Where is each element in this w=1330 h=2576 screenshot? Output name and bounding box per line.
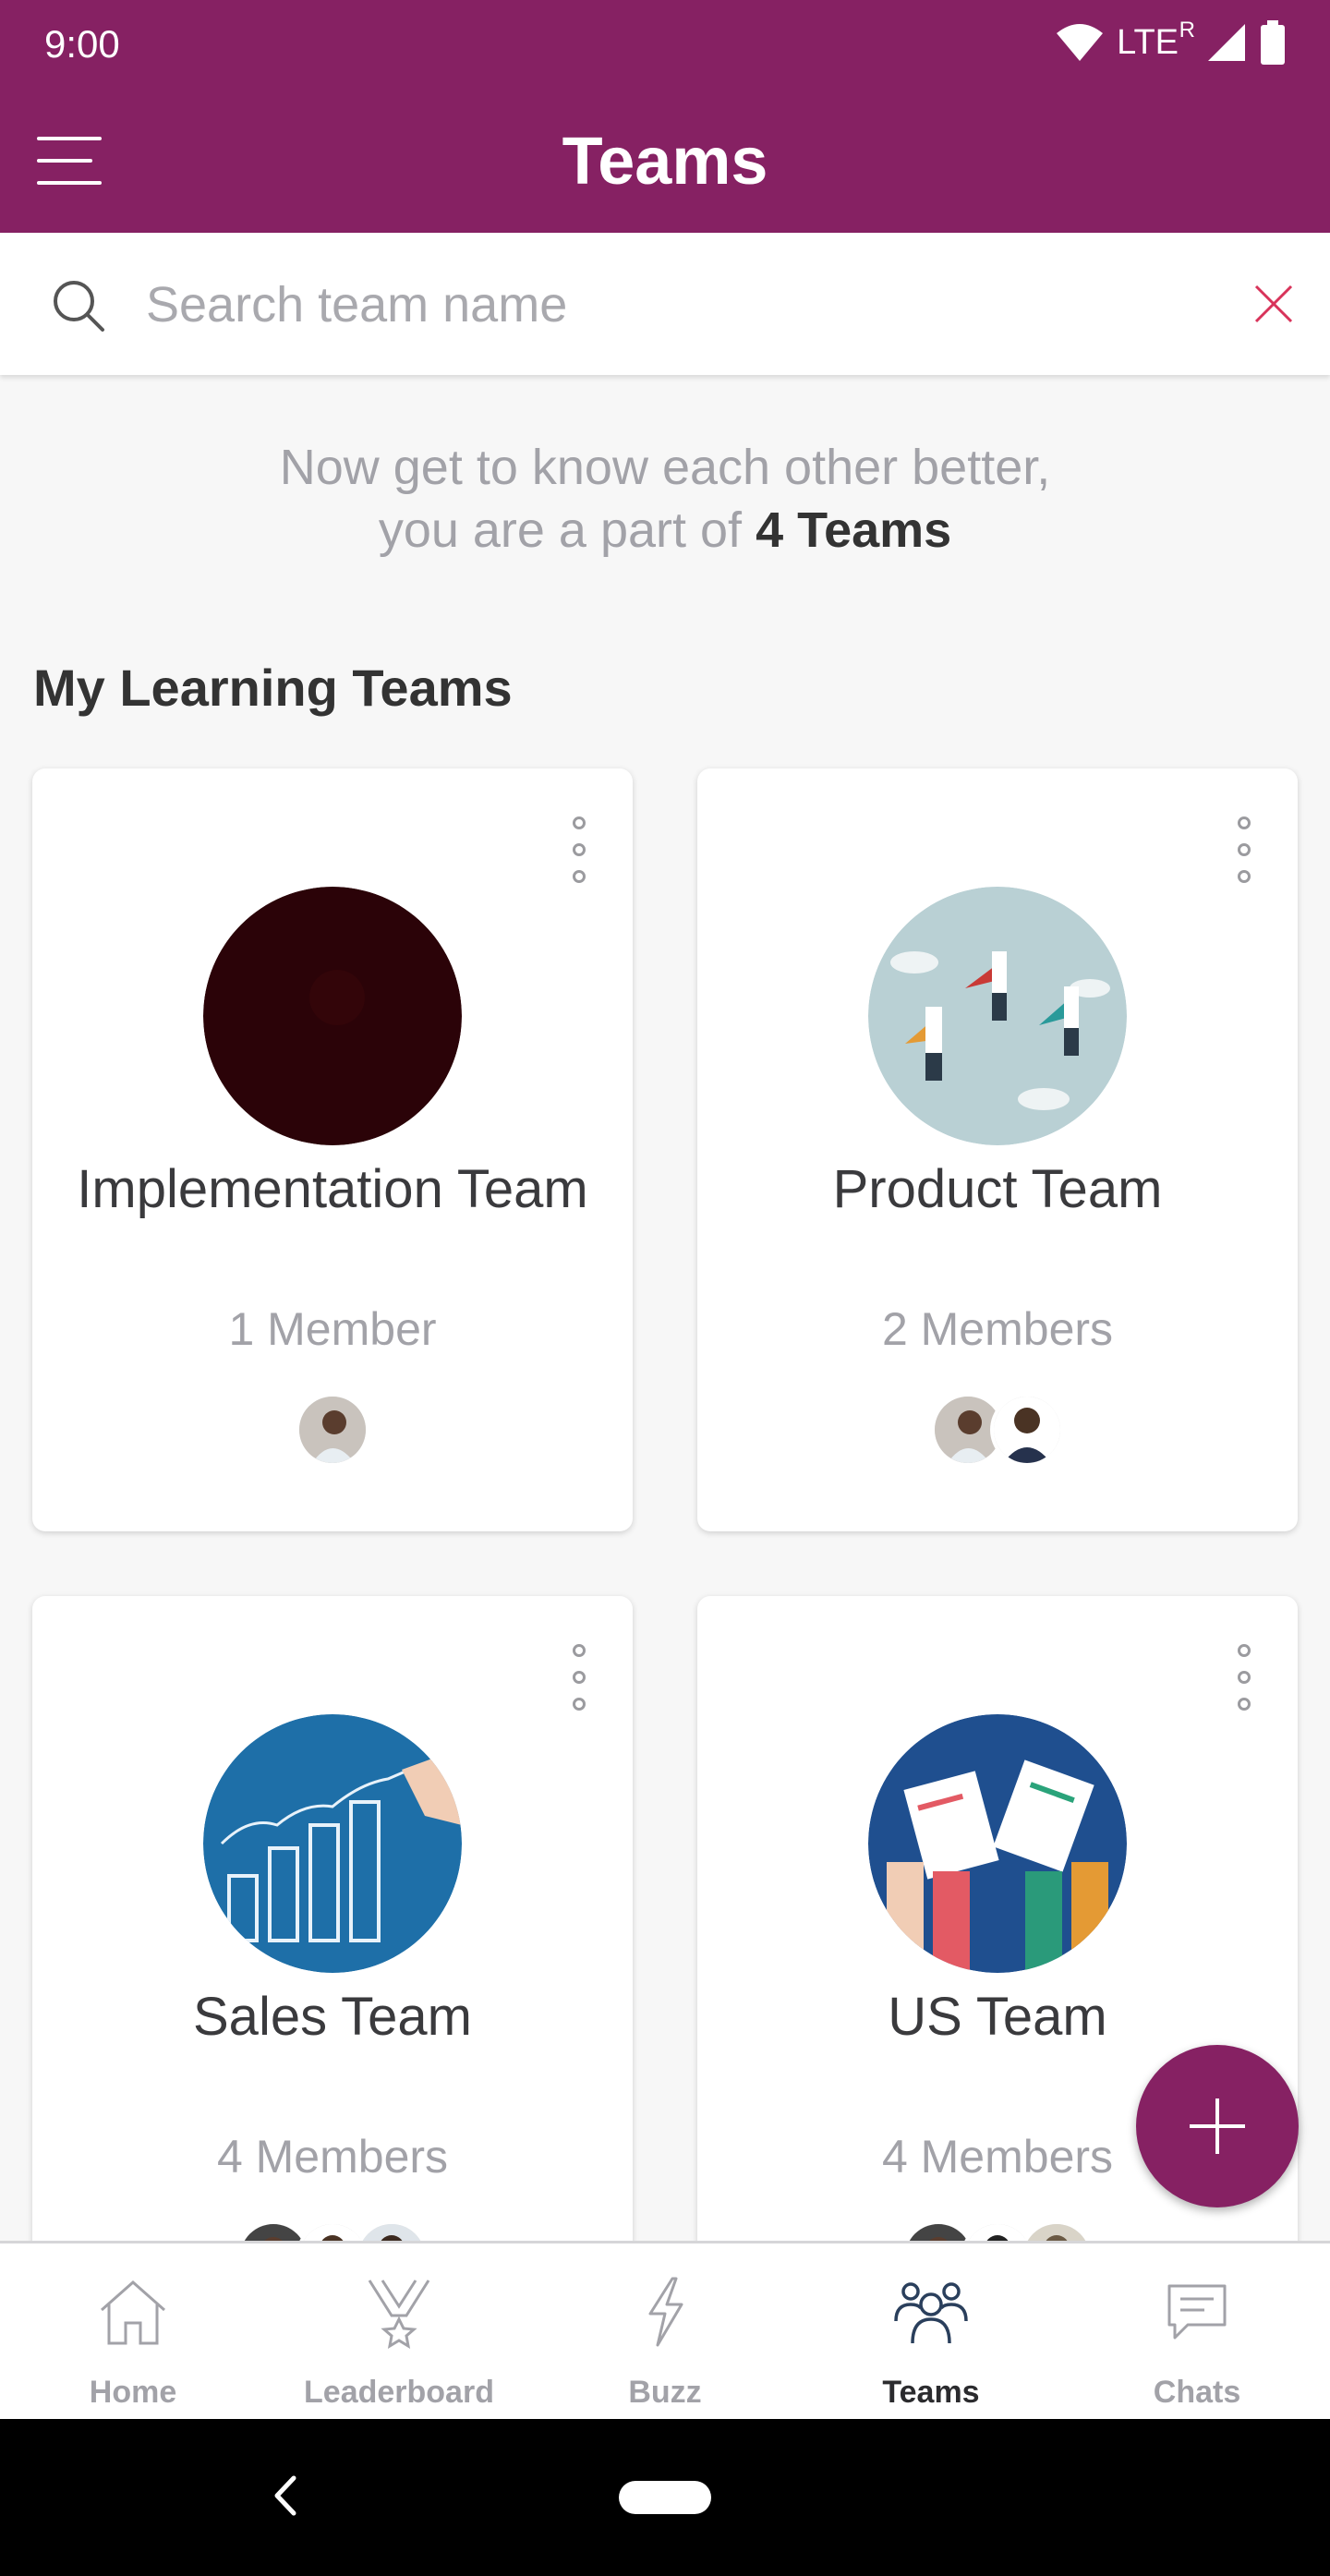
more-options-icon[interactable] — [1231, 816, 1257, 885]
nav-item-home[interactable]: Home — [0, 2243, 266, 2419]
search-bar — [0, 233, 1330, 375]
home-pill-button[interactable] — [619, 2481, 711, 2514]
nav-item-chats[interactable]: Chats — [1064, 2243, 1330, 2419]
system-nav-bar — [0, 2419, 1330, 2576]
plus-icon — [1190, 2098, 1245, 2154]
intro-text: Now get to know each other better, you a… — [0, 436, 1330, 562]
add-team-button[interactable] — [1136, 2045, 1299, 2207]
team-name: Sales Team — [193, 1987, 472, 2047]
nav-item-buzz[interactable]: Buzz — [532, 2243, 798, 2419]
team-icon — [894, 2282, 968, 2344]
battery-icon — [1261, 20, 1285, 65]
search-input[interactable] — [146, 266, 1180, 344]
section-title: My Learning Teams — [33, 659, 513, 717]
intro-line-1: Now get to know each other better, — [279, 440, 1051, 495]
avatar — [296, 1393, 369, 1467]
app-bar: Teams — [0, 89, 1330, 233]
member-avatars — [32, 1393, 633, 1469]
team-name: Implementation Team — [77, 1159, 588, 1219]
team-name: US Team — [888, 1987, 1107, 2047]
status-icons: LTE R — [1056, 17, 1286, 65]
member-count: 1 Member — [228, 1303, 437, 1355]
trophy-icon — [368, 2280, 430, 2349]
team-card-product[interactable]: Product Team 2 Members — [697, 768, 1298, 1531]
team-avatar — [868, 887, 1127, 1145]
team-avatar — [868, 1714, 1127, 1973]
member-count: 2 Members — [881, 1303, 1114, 1355]
page-title: Teams — [562, 125, 768, 199]
wifi-icon — [1057, 24, 1104, 61]
teams-count: 4 Teams — [756, 502, 952, 558]
nav-item-leaderboard[interactable]: Leaderboard — [266, 2243, 532, 2419]
avatar — [990, 1393, 1064, 1467]
bottom-nav: Home Leaderboard Buzz Teams Chats — [0, 2241, 1330, 2419]
chat-icon — [1167, 2284, 1227, 2340]
status-bar: 9:00 LTE R — [0, 0, 1330, 89]
status-time: 9:00 — [44, 22, 120, 66]
roaming-indicator: R — [1179, 17, 1195, 42]
more-options-icon[interactable] — [566, 816, 592, 885]
close-icon[interactable] — [1252, 283, 1295, 325]
nav-label: Chats — [1153, 2375, 1241, 2410]
more-options-icon[interactable] — [566, 1644, 592, 1712]
nav-label: Leaderboard — [304, 2375, 494, 2410]
back-icon[interactable] — [268, 2473, 305, 2519]
team-name: Product Team — [832, 1159, 1163, 1219]
team-avatar — [203, 887, 462, 1145]
nav-label: Buzz — [628, 2375, 702, 2410]
home-icon — [101, 2280, 165, 2345]
lightning-icon — [648, 2277, 683, 2347]
intro-line-2: you are a part of 4 Teams — [378, 502, 952, 558]
cell-signal-icon — [1208, 24, 1245, 61]
search-icon — [54, 281, 104, 332]
member-count: 4 Members — [216, 2131, 449, 2183]
nav-item-teams[interactable]: Teams — [798, 2243, 1064, 2419]
nav-label: Teams — [882, 2375, 980, 2410]
more-options-icon[interactable] — [1231, 1644, 1257, 1712]
team-avatar — [203, 1714, 462, 1973]
network-type: LTE R — [1117, 17, 1195, 62]
member-avatars — [697, 1393, 1298, 1469]
nav-label: Home — [89, 2375, 177, 2410]
team-card-implementation[interactable]: Implementation Team 1 Member — [32, 768, 633, 1531]
